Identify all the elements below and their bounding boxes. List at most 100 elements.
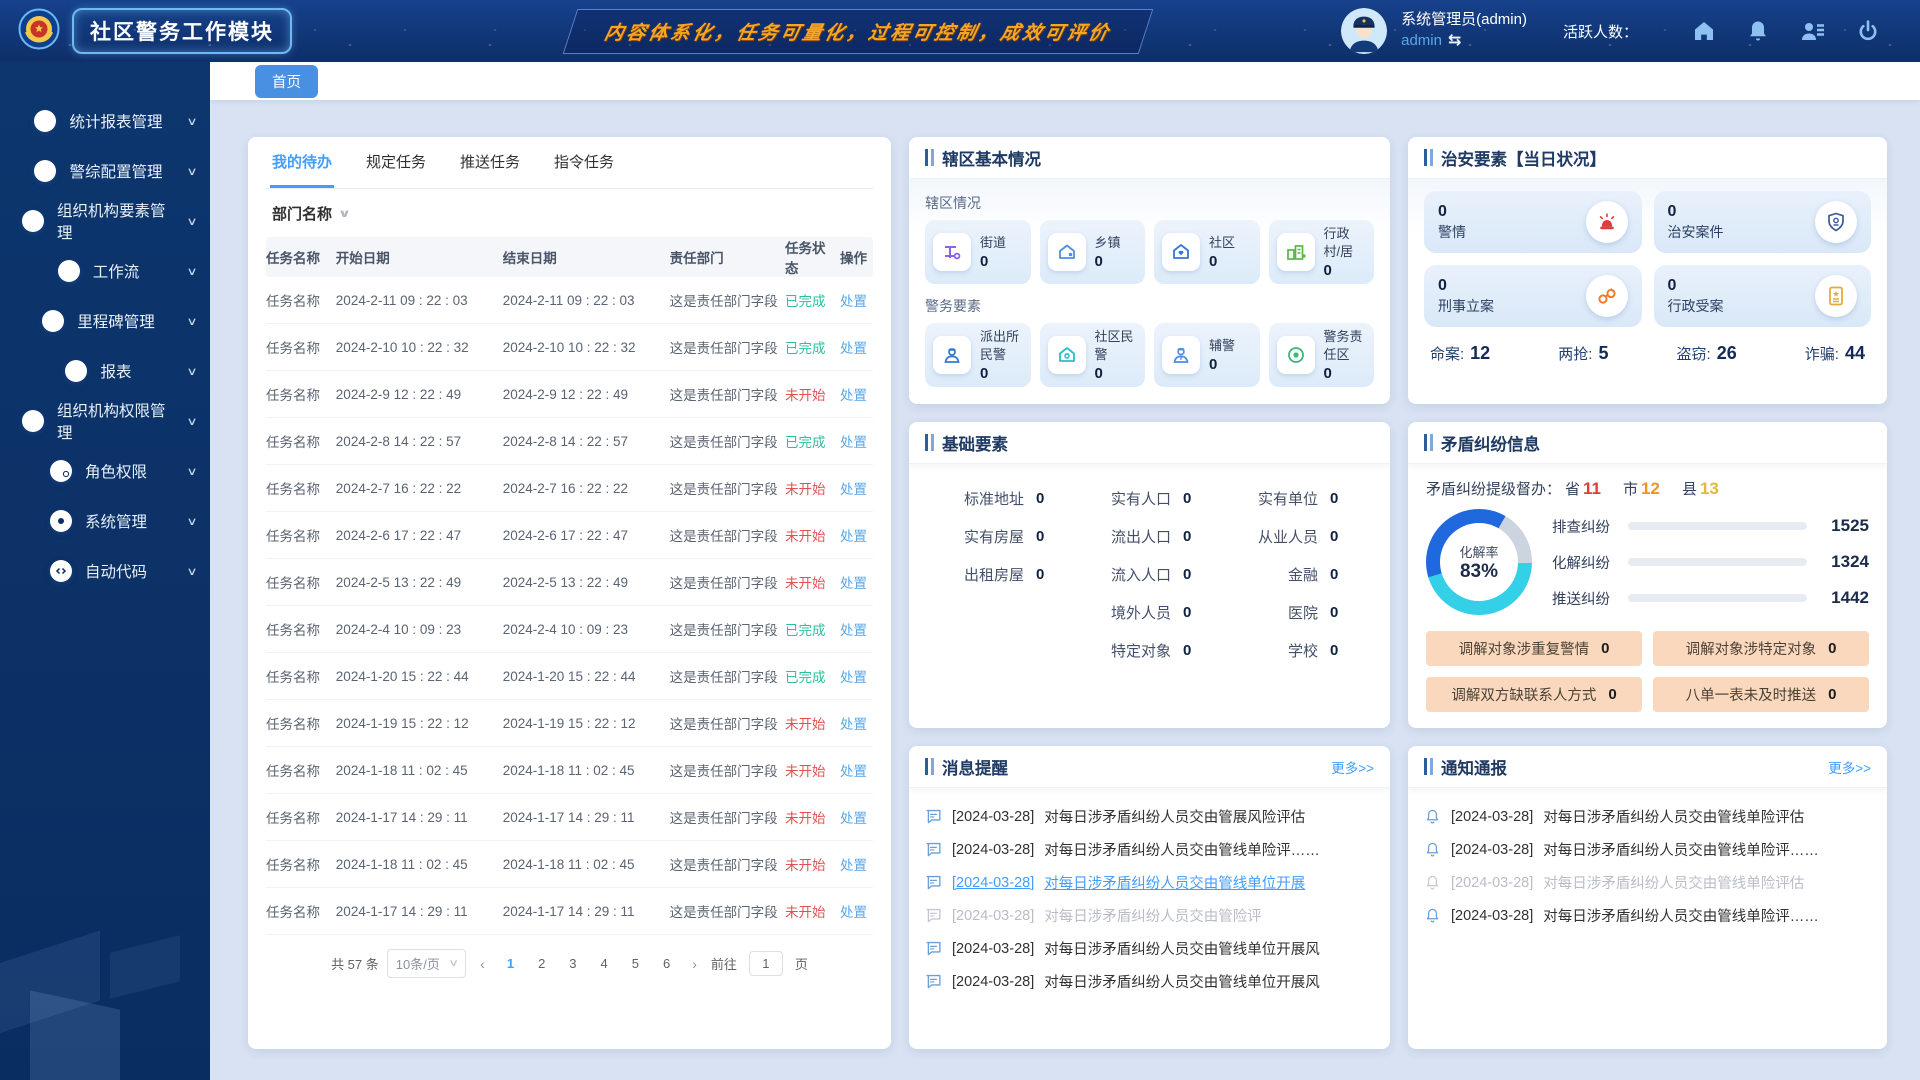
page-2[interactable]: 2 (530, 954, 553, 973)
message-item[interactable]: [2024-03-28] 对每日涉矛盾纠纷人员交由管线单位开展风 (925, 932, 1374, 965)
sidebar-item-label: 系统管理 (85, 510, 147, 532)
notice-item[interactable]: [2024-03-28] 对每日涉矛盾纠纷人员交由管线单险评…… (1424, 899, 1871, 932)
btn-specific-subjects[interactable]: 调解对象涉特定对象0 (1653, 631, 1869, 666)
chevron-down-icon: ∨ (186, 165, 197, 178)
task-dept: 这是责任部门字段 (670, 478, 785, 498)
page-1[interactable]: 1 (499, 954, 522, 973)
btn-repeat-alerts[interactable]: 调解对象涉重复警情0 (1426, 631, 1642, 666)
message-text: 对每日涉矛盾纠纷人员交由管线单险评…… (1044, 839, 1320, 860)
police-badge-logo (18, 8, 60, 55)
page-6[interactable]: 6 (655, 954, 678, 973)
message-item[interactable]: [2024-03-28] 对每日涉矛盾纠纷人员交由管展风险评估 (925, 800, 1374, 833)
more-link[interactable]: 更多>> (1828, 757, 1871, 777)
department-filter[interactable]: 部门名称 ∨ (266, 189, 873, 237)
task-name: 任务名称 (266, 854, 336, 874)
contacts-icon[interactable] (1800, 19, 1826, 43)
message-item[interactable]: [2024-03-28] 对每日涉矛盾纠纷人员交由管线单位开展风 (925, 965, 1374, 998)
handle-link[interactable]: 处置 (837, 807, 873, 827)
avatar[interactable] (1341, 8, 1387, 54)
stat-homicide: 命案:12 (1430, 343, 1490, 364)
btn-late-push[interactable]: 八单一表未及时推送0 (1653, 677, 1869, 712)
more-link[interactable]: 更多>> (1331, 757, 1374, 777)
tab-pushed-tasks[interactable]: 推送任务 (458, 151, 522, 188)
chevron-down-icon: ∨ (186, 265, 197, 278)
goto-page-input[interactable] (749, 951, 783, 976)
app-root: 社区警务工作模块 内容体系化，任务可量化，过程可控制，成效可评价 系统管理员(a… (0, 0, 1920, 1080)
notice-item[interactable]: [2024-03-28] 对每日涉矛盾纠纷人员交由管线单险评…… (1424, 833, 1871, 866)
tab-required-tasks[interactable]: 规定任务 (364, 151, 428, 188)
sidebar-item-label: 组织机构权限管理 (57, 399, 175, 443)
handle-link[interactable]: 处置 (837, 525, 873, 545)
supervise-province: 省11 (1565, 478, 1601, 499)
task-end: 2024-1-18 11 : 02 : 45 (503, 857, 670, 872)
sidebar-item-police-config[interactable]: 警综配置管理 ∨ (0, 146, 210, 196)
next-page-button[interactable]: › (686, 956, 703, 972)
notice-item[interactable]: [2024-03-28] 对每日涉矛盾纠纷人员交由管线单险评估 (1424, 866, 1871, 899)
handle-link[interactable]: 处置 (837, 619, 873, 639)
status-badge: 已完成 (785, 431, 837, 451)
page-5[interactable]: 5 (624, 954, 647, 973)
handle-link[interactable]: 处置 (837, 337, 873, 357)
home-icon[interactable] (1692, 19, 1716, 43)
bell-icon[interactable] (1746, 19, 1770, 43)
page-3[interactable]: 3 (561, 954, 584, 973)
base-col-1: 标准地址0实有房屋0出租房屋0 (929, 488, 1076, 661)
bar-row-pushed: 推送纠纷 1442 (1552, 588, 1869, 609)
page-size-select[interactable]: 10条/页 ∨ (387, 949, 466, 978)
sidebar-item-reports[interactable]: 报表 ∨ (0, 346, 210, 396)
message-item[interactable]: [2024-03-28] 对每日涉矛盾纠纷人员交由管线单险评…… (925, 833, 1374, 866)
username[interactable]: admin (1401, 31, 1442, 51)
total-count: 共 57 条 (331, 954, 379, 973)
handle-link[interactable]: 处置 (837, 713, 873, 733)
status-badge: 已完成 (785, 290, 837, 310)
goto-unit: 页 (795, 954, 808, 973)
stat-value: 0 (1209, 357, 1235, 374)
power-icon[interactable] (1856, 19, 1880, 43)
tab-my-todo[interactable]: 我的待办 (270, 151, 334, 188)
handle-link[interactable]: 处置 (837, 431, 873, 451)
sidebar-item-role-permissions[interactable]: 角色权限 ∨ (0, 446, 210, 496)
handle-link[interactable]: 处置 (837, 290, 873, 310)
message-date: [2024-03-28] (952, 941, 1034, 957)
message-item[interactable]: [2024-03-28] 对每日涉矛盾纠纷人员交由管线单位开展 (925, 866, 1374, 899)
prev-page-button[interactable]: ‹ (474, 956, 491, 972)
sidebar-item-workflow[interactable]: 工作流 ∨ (0, 246, 210, 296)
stat-card-station-police: 派出所民警0 (925, 323, 1031, 387)
handle-link[interactable]: 处置 (837, 572, 873, 592)
stat-label: 社区 (1209, 235, 1235, 250)
tab-home[interactable]: 首页 (255, 65, 318, 98)
task-start: 2024-2-4 10 : 09 : 23 (336, 622, 503, 637)
sidebar-item-milestones[interactable]: 里程碑管理 ∨ (0, 296, 210, 346)
base-value: 0 (1330, 566, 1344, 583)
sidebar-item-stat-reports[interactable]: 统计报表管理 ∨ (0, 96, 210, 146)
handle-link[interactable]: 处置 (837, 666, 873, 686)
handle-link[interactable]: 处置 (837, 478, 873, 498)
page-4[interactable]: 4 (593, 954, 616, 973)
btn-missing-contact[interactable]: 调解双方缺联系人方式0 (1426, 677, 1642, 712)
user-info: 系统管理员(admin) admin ⇆ (1401, 10, 1527, 52)
pie-chart-icon (34, 110, 56, 132)
supervise-county: 县13 (1682, 478, 1719, 499)
handle-link[interactable]: 处置 (837, 901, 873, 921)
switch-user-icon[interactable]: ⇆ (1448, 30, 1461, 52)
status-badge: 未开始 (785, 713, 837, 733)
handle-link[interactable]: 处置 (837, 854, 873, 874)
handle-link[interactable]: 处置 (837, 384, 873, 404)
handle-link[interactable]: 处置 (837, 760, 873, 780)
stat-value: 0 (980, 366, 1023, 383)
tab-command-tasks[interactable]: 指令任务 (552, 151, 616, 188)
message-text: 对每日涉矛盾纠纷人员交由管线单位开展风 (1044, 971, 1320, 992)
stat-theft: 盗窃:26 (1677, 343, 1737, 364)
col-status: 任务状态 (785, 237, 837, 277)
bell-outline-icon (1424, 808, 1441, 825)
sidebar-item-auto-code[interactable]: 自动代码 ∨ (0, 546, 210, 596)
sidebar-item-system[interactable]: 系统管理 ∨ (0, 496, 210, 546)
notice-item[interactable]: [2024-03-28] 对每日涉矛盾纠纷人员交由管线单险评估 (1424, 800, 1871, 833)
sidebar-item-label: 里程碑管理 (77, 310, 155, 332)
task-start: 2024-2-9 12 : 22 : 49 (336, 387, 503, 402)
stat-value: 0 (1668, 202, 1724, 221)
sidebar-item-org-elements[interactable]: 组织机构要素管理 ∨ (0, 196, 210, 246)
task-end: 2024-2-8 14 : 22 : 57 (503, 434, 670, 449)
sidebar-item-org-permissions[interactable]: 组织机构权限管理 ∨ (0, 396, 210, 446)
message-item[interactable]: [2024-03-28] 对每日涉矛盾纠纷人员交由管险评 (925, 899, 1374, 932)
